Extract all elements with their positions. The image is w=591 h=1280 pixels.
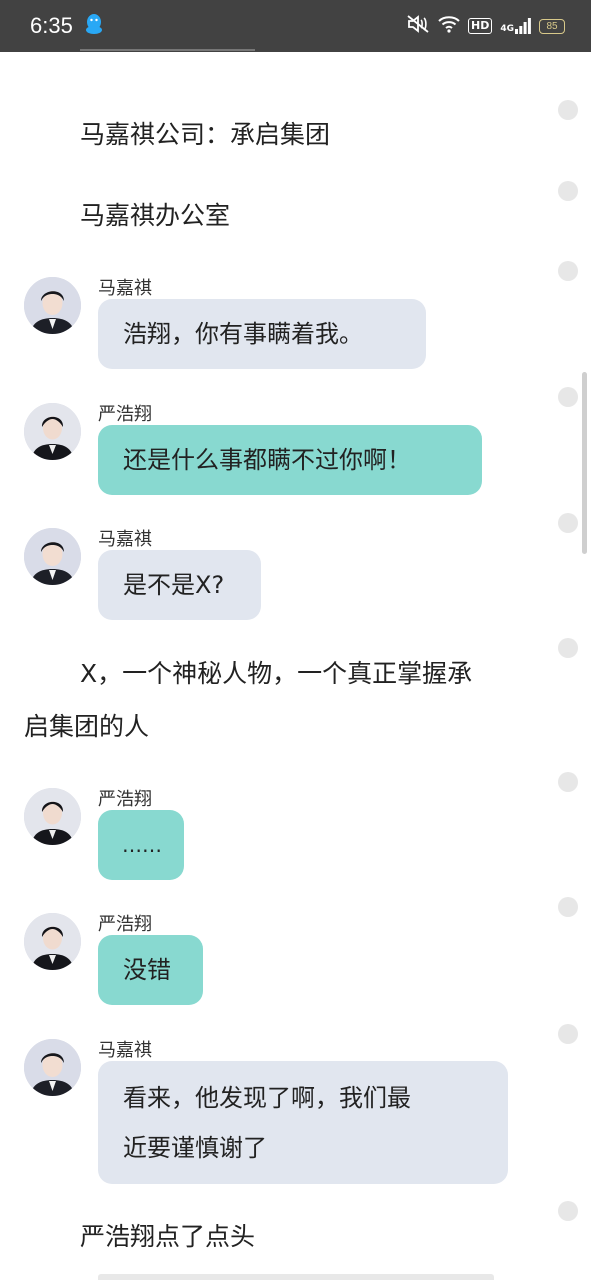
status-bar: 6:35 HD 4G 85 (0, 0, 591, 52)
wifi-icon (438, 15, 460, 37)
avatar[interactable] (24, 528, 81, 585)
avatar[interactable] (24, 1039, 81, 1096)
scrollbar[interactable] (582, 372, 587, 554)
narration-x-line1: X，一个神秘人物，一个真正掌握承 (80, 659, 473, 688)
message-bubble[interactable]: 看来，他发现了啊，我们最 近要谨慎谢了 (98, 1061, 508, 1184)
comment-dot[interactable] (558, 1201, 578, 1221)
mute-icon (406, 14, 430, 38)
narration-company: 马嘉祺公司：承启集团 (80, 120, 331, 149)
signal-icon: 4G (500, 18, 531, 34)
speaker-name: 马嘉祺 (98, 529, 152, 550)
message-bubble[interactable]: 是不是X? (98, 550, 261, 620)
comment-dot[interactable] (558, 100, 578, 120)
comment-dot[interactable] (558, 387, 578, 407)
speaker-name: 马嘉祺 (98, 278, 152, 299)
comment-dot[interactable] (558, 638, 578, 658)
avatar[interactable] (24, 788, 81, 845)
message-bubble[interactable]: …… (98, 810, 184, 880)
comment-dot[interactable] (558, 772, 578, 792)
narration-office: 马嘉祺办公室 (80, 201, 231, 230)
message-bubble[interactable]: 还是什么事都瞒不过你啊！ (98, 425, 482, 495)
speaker-name: 严浩翔 (98, 789, 152, 810)
speaker-name: 严浩翔 (98, 914, 152, 935)
speaker-name: 严浩翔 (98, 404, 152, 425)
message-bubble[interactable]: 没错 (98, 935, 203, 1005)
narration-nod: 严浩翔点了点头 (80, 1222, 256, 1251)
comment-dot[interactable] (558, 897, 578, 917)
hd-icon: HD (468, 18, 493, 34)
battery-icon: 85 (539, 18, 565, 34)
narration-x-line2: 启集团的人 (24, 712, 150, 741)
cut-off-text-line (80, 49, 255, 55)
avatar[interactable] (24, 913, 81, 970)
comment-dot[interactable] (558, 181, 578, 201)
status-time: 6:35 (30, 13, 73, 38)
avatar[interactable] (24, 277, 81, 334)
comment-dot[interactable] (558, 1024, 578, 1044)
comment-dot[interactable] (558, 513, 578, 533)
message-bubble[interactable]: 浩翔，你有事瞒着我。 (98, 299, 426, 369)
network-type: 4G (500, 24, 514, 34)
comment-dot[interactable] (558, 261, 578, 281)
next-bubble-edge (98, 1274, 494, 1280)
avatar[interactable] (24, 403, 81, 460)
message-line: 看来，他发现了啊，我们最 (123, 1084, 411, 1112)
speaker-name: 马嘉祺 (98, 1040, 152, 1061)
qq-icon (84, 13, 104, 39)
message-line: 近要谨慎谢了 (123, 1134, 267, 1162)
